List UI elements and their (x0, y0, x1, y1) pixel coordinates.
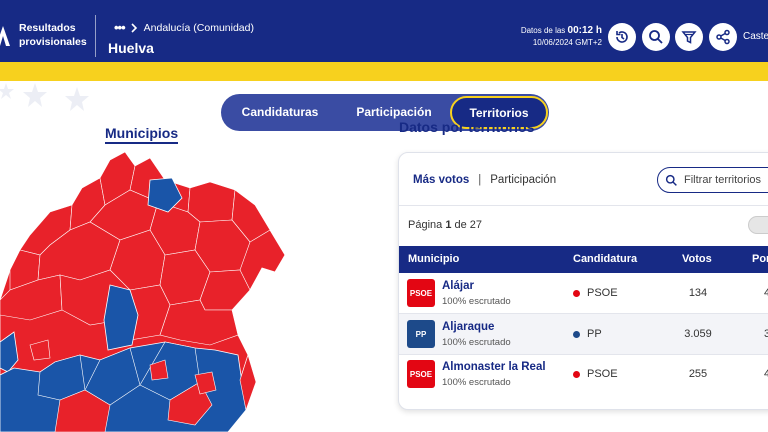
candidatura-cell: PP (573, 328, 602, 340)
table-row[interactable]: PSOE Alájar 100% escrutado PSOE 134 4 (399, 273, 768, 313)
search-button[interactable] (642, 23, 670, 51)
data-timestamp: Datos de las 00:12 h 10/06/2024 GMT+2 (520, 25, 602, 47)
subtab-separator: | (478, 174, 482, 186)
escrutado-status: 100% escrutado (442, 337, 511, 348)
datos-heading: Datos por territorios (399, 119, 535, 135)
history-icon (616, 31, 628, 43)
candidatura-cell: PSOE (573, 368, 618, 380)
col-municipio[interactable]: Municipio (408, 253, 459, 265)
pp-logo-icon: PP (407, 320, 435, 348)
app-title: Resultados provisionales (19, 22, 87, 48)
subtab-participacion[interactable]: Participación (490, 174, 556, 186)
party-dot-icon (573, 330, 580, 338)
col-votos[interactable]: Votos (682, 253, 712, 265)
municipios-map[interactable] (0, 150, 290, 432)
filter-icon (681, 31, 697, 44)
porcentaje-cell: 4 (764, 287, 768, 299)
tab-candidaturas[interactable]: Candidaturas (221, 94, 339, 131)
search-icon (665, 174, 677, 186)
filter-territories-input[interactable] (684, 174, 768, 186)
escrutado-status: 100% escrutado (442, 296, 511, 307)
municipios-heading: Municipios (105, 125, 179, 144)
pagination-info: Página 1 de 27 (408, 219, 483, 231)
share-button[interactable] (709, 23, 737, 51)
municipio-name[interactable]: Alájar (442, 280, 474, 292)
subtab-mas-votos[interactable]: Más votos (413, 174, 469, 186)
share-icon (716, 29, 730, 45)
table-row[interactable]: PSOE Almonaster la Real 100% escrutado P… (399, 354, 768, 394)
logo-icon (0, 26, 10, 46)
notice-banner: do (0, 62, 768, 81)
app-header: Resultados provisionales ••• Andalucía (… (0, 0, 768, 62)
breadcrumb: ••• Andalucía (Comunidad) (114, 20, 254, 35)
votos-cell: 134 (688, 287, 708, 299)
header-divider (95, 15, 96, 57)
party-dot-icon (573, 370, 580, 378)
votos-cell: 255 (688, 368, 708, 380)
table-row[interactable]: PP Aljaraque 100% escrutado PP 3.059 3 (399, 314, 768, 354)
territories-card: Más votos | Participación Página 1 de 27… (398, 152, 768, 410)
votos-cell: 3.059 (684, 328, 712, 340)
breadcrumb-more-button[interactable]: ••• (114, 20, 126, 35)
porcentaje-cell: 4 (764, 368, 768, 380)
municipio-name[interactable]: Almonaster la Real (442, 361, 546, 373)
view-toggle[interactable] (748, 216, 768, 234)
col-candidatura[interactable]: Candidatura (573, 253, 637, 265)
results-subtabs: Más votos | Participación (413, 174, 556, 186)
party-dot-icon (573, 289, 580, 297)
escrutado-status: 100% escrutado (442, 377, 511, 388)
psoe-logo-icon: PSOE (407, 360, 435, 388)
history-button[interactable] (608, 23, 636, 51)
candidatura-cell: PSOE (573, 287, 618, 299)
table-header: Municipio Candidatura Votos Por (399, 246, 768, 273)
chevron-right-icon (131, 22, 137, 33)
search-icon (649, 30, 663, 44)
municipio-name[interactable]: Aljaraque (442, 321, 494, 333)
porcentaje-cell: 3 (764, 328, 768, 340)
psoe-logo-icon: PSOE (407, 279, 435, 307)
filter-button[interactable] (675, 23, 703, 51)
filter-territories-field[interactable] (657, 167, 768, 193)
breadcrumb-parent-link[interactable]: Andalucía (Comunidad) (144, 22, 254, 34)
page-title: Huelva (108, 40, 154, 56)
card-divider (399, 205, 768, 206)
decorative-stars (0, 83, 89, 111)
col-porcentaje[interactable]: Por (752, 253, 768, 265)
language-selector[interactable]: Caste (743, 31, 768, 42)
